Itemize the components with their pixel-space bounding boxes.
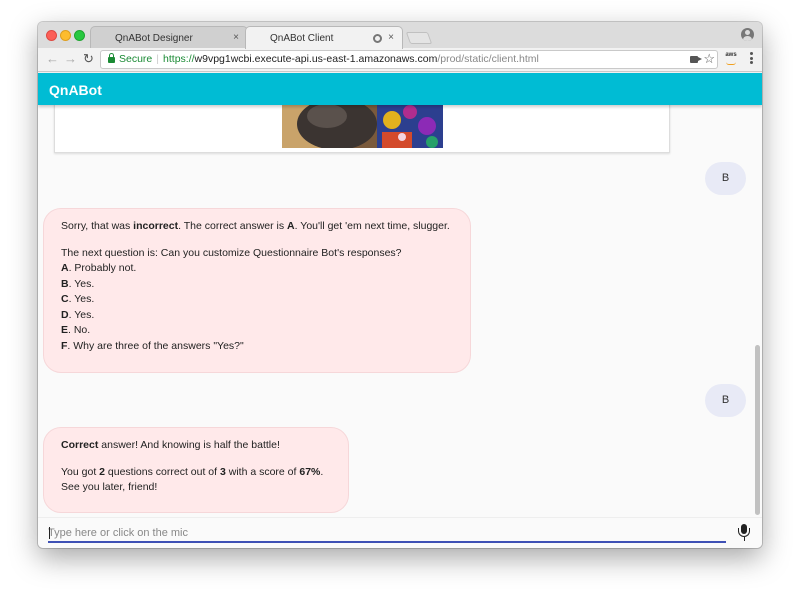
browser-window: QnABot Designer × QnABot Client × ← → ↻ … <box>38 22 762 548</box>
option-key: C <box>61 293 69 305</box>
address-bar[interactable]: Secure | https://w9vpg1wcbi.execute-api.us… <box>100 50 718 69</box>
camera-icon[interactable] <box>690 56 702 63</box>
text-span: questions correct out of <box>105 465 220 478</box>
score-value: 67% <box>299 465 321 478</box>
option-key: A <box>61 262 69 274</box>
reload-icon[interactable]: ↻ <box>83 52 94 66</box>
text-span: with a score of <box>225 465 300 478</box>
bot-question-block: The next question is: Can you customize … <box>61 246 453 355</box>
text-span: Sorry, that was <box>61 220 134 232</box>
user-message: B <box>705 162 746 195</box>
option-text: . Yes. <box>68 277 95 290</box>
text-span: . You'll get 'em next time, slugger. <box>294 220 450 232</box>
tab-label: QnABot Designer <box>115 33 193 44</box>
chat-history[interactable]: B Sorry, that was incorrect. The correct… <box>38 105 762 517</box>
app-bar: QnABot <box>38 73 762 105</box>
text-caret <box>49 527 50 539</box>
response-card <box>54 105 670 153</box>
option-text: . Yes. <box>68 308 95 321</box>
user-message-text: B <box>721 394 730 406</box>
minimize-window-button[interactable] <box>60 30 71 41</box>
aws-extension-icon[interactable]: aws <box>724 52 738 66</box>
option-key: E <box>61 324 69 336</box>
new-tab-button[interactable] <box>405 32 433 44</box>
secure-label: Secure <box>119 53 153 65</box>
close-icon[interactable]: × <box>388 32 394 43</box>
tab-strip: QnABot Designer × QnABot Client × <box>38 22 762 49</box>
option-text: . Probably not. <box>68 262 137 274</box>
answer-option: D. Yes. <box>61 308 453 324</box>
bot-feedback-text: Sorry, that was incorrect. The correct a… <box>61 219 453 235</box>
message-composer <box>38 517 762 548</box>
tab-qnabot-designer[interactable]: QnABot Designer × <box>90 26 248 49</box>
close-icon[interactable]: × <box>233 32 239 43</box>
answer-option: F. Why are three of the answers "Yes?" <box>61 339 453 355</box>
text-span: . The correct answer is <box>178 220 288 232</box>
option-key: B <box>61 277 69 290</box>
message-input[interactable] <box>48 524 726 543</box>
answer-option: A. Probably not. <box>61 261 453 277</box>
bot-score-text: You got 2 questions correct out of 3 wit… <box>61 465 331 496</box>
bot-feedback-text: Correct answer! And knowing is half the … <box>61 438 331 454</box>
lock-icon <box>108 53 115 63</box>
score-line: You got 2 questions correct out of 3 wit… <box>61 465 331 481</box>
question-text: The next question is: Can you customize … <box>61 246 402 259</box>
option-text: . Yes. <box>68 293 95 305</box>
mic-icon[interactable] <box>737 524 751 542</box>
forward-icon[interactable]: → <box>64 52 77 66</box>
incorrect-label: incorrect <box>133 220 179 232</box>
option-text: . Why are three of the answers "Yes?" <box>67 339 244 352</box>
text-span: . <box>320 465 324 478</box>
url-path: /prod/static/client.html <box>437 53 539 65</box>
correct-label: Correct <box>61 439 99 451</box>
bot-message: Sorry, that was incorrect. The correct a… <box>43 208 471 373</box>
correct-answer-label: A <box>287 220 295 232</box>
url-scheme: https:// <box>163 53 195 65</box>
user-message: B <box>705 384 746 417</box>
option-key: D <box>61 308 69 321</box>
user-message-text: B <box>721 172 730 184</box>
answer-option: E. No. <box>61 323 453 339</box>
browser-toolbar: ← → ↻ Secure | https://w9vpg1wcbi.execute-… <box>38 48 762 72</box>
menu-icon[interactable] <box>750 52 753 66</box>
chat-scrollbar[interactable] <box>755 345 760 515</box>
text-span: You got <box>61 465 100 478</box>
card-image <box>282 105 443 148</box>
back-icon[interactable]: ← <box>46 52 59 66</box>
text-span: answer! And knowing is half the battle! <box>98 439 280 451</box>
tab-qnabot-client[interactable]: QnABot Client × <box>245 26 403 49</box>
maximize-window-button[interactable] <box>74 30 85 41</box>
url-host: w9vpg1wcbi.execute-api.us-east-1.amazona… <box>194 53 438 65</box>
recording-indicator-icon <box>373 34 382 43</box>
answer-option: C. Yes. <box>61 292 453 308</box>
option-text: . No. <box>68 324 91 336</box>
app-title: QnABot <box>49 82 102 98</box>
star-icon[interactable]: ☆ <box>703 51 715 67</box>
farewell-text: See you later, friend! <box>61 481 158 493</box>
tab-label: QnABot Client <box>270 33 334 44</box>
bot-message: Correct answer! And knowing is half the … <box>43 427 349 513</box>
close-window-button[interactable] <box>46 30 57 41</box>
answer-option: B. Yes. <box>61 277 453 293</box>
separator: | <box>156 53 160 65</box>
profile-icon[interactable] <box>741 28 754 41</box>
